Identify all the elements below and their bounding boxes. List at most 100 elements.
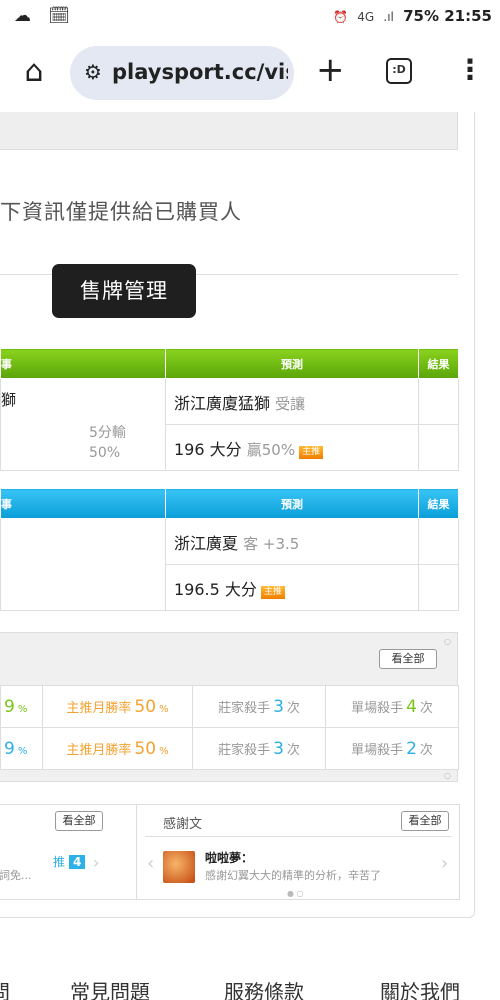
stat-value: 4	[406, 696, 417, 717]
stat-cell: 9%	[0, 685, 43, 728]
stats-table: 9% 主推月勝率 50% 莊家殺手 3 次 單場殺手 4 次 9% 主推月勝率 50% 莊家…	[0, 685, 459, 770]
see-all-button[interactable]: 看全部	[55, 811, 103, 831]
left-summary-box: 看全部 詞免... 推4 ›	[0, 804, 140, 900]
event-cell: )	[0, 518, 166, 611]
site-settings-icon[interactable]: ⚙	[84, 60, 102, 84]
prediction-table-1: 事 預測 結果 獅 ) 5分輸 50% 浙江廣廈猛獅 受讓 196 大分 贏50	[0, 348, 459, 471]
table-header-result: 結果	[418, 348, 459, 379]
stat-label: 單場殺手	[351, 700, 404, 716]
status-bar: ☁ 🗓 ⏰ 4G .ıl 75% 21:55	[0, 0, 500, 34]
stat-cell: 莊家殺手 3 次	[192, 727, 326, 770]
result-cell	[418, 518, 459, 565]
stat-cell: 主推月勝率 50%	[42, 727, 193, 770]
battery-level: 75%	[403, 7, 440, 25]
more-vertical-icon[interactable]: ⋮	[456, 52, 484, 88]
main-pick-badge: 主推	[299, 445, 324, 459]
stat-value: 3	[273, 738, 284, 759]
footer-link-about[interactable]: 關於我們	[380, 976, 460, 1000]
prediction-note: 受讓	[275, 394, 306, 413]
stat-unit: %	[159, 745, 169, 757]
stat-value: 9	[4, 738, 15, 759]
home-icon[interactable]: ⌂	[16, 54, 52, 90]
corner-dot: ○	[444, 637, 451, 646]
prediction-cell: 196.5 大分 主推	[165, 564, 419, 611]
result-cell	[418, 378, 459, 425]
result-cell	[418, 424, 459, 471]
sell-management-tooltip[interactable]: 售牌管理	[52, 264, 196, 318]
event-cell: 獅 ) 5分輸 50%	[0, 378, 166, 471]
chevron-right-icon[interactable]: ›	[93, 853, 99, 872]
event-pct: 50%	[89, 445, 121, 461]
prediction-total: 196.5 大分	[174, 579, 257, 599]
tab-switcher-button[interactable]: :D	[386, 58, 412, 84]
thanks-title: 感謝文	[163, 817, 203, 832]
stat-label: 單場殺手	[351, 742, 404, 758]
stat-cell: 莊家殺手 3 次	[192, 685, 326, 728]
footer-links: 問 常見問題 服務條款 關於我們	[0, 970, 500, 1000]
avatar[interactable]	[163, 851, 195, 883]
truncated-text: 詞免...	[0, 869, 32, 882]
corner-dot: ○	[444, 771, 451, 780]
stat-unit: 次	[419, 742, 433, 758]
stat-unit: 次	[419, 700, 433, 716]
see-all-button[interactable]: 看全部	[379, 649, 437, 669]
stat-cell: 單場殺手 4 次	[325, 685, 459, 728]
stats-row: 9% 主推月勝率 50% 莊家殺手 3 次 單場殺手 2 次	[0, 727, 459, 770]
stat-unit: %	[17, 703, 28, 715]
table-header-result: 結果	[418, 488, 459, 519]
url-text[interactable]: playsport.cc/vis	[112, 60, 288, 84]
stat-value: 3	[273, 696, 284, 717]
stat-unit: %	[17, 745, 28, 757]
push-label: 推	[53, 855, 66, 869]
stat-label: 莊家殺手	[218, 742, 271, 758]
stat-value: 50	[134, 738, 157, 759]
stat-label: 主推月勝率	[66, 742, 132, 758]
event-mini: )	[0, 417, 1, 428]
top-gray-bar	[0, 112, 458, 150]
thanks-message[interactable]: 感謝幻翼大大的精準的分析，辛苦了	[205, 867, 381, 883]
footer-link-terms[interactable]: 服務條款	[224, 976, 304, 1000]
chevron-right-icon[interactable]: ›	[441, 853, 448, 874]
push-count: 推4	[53, 853, 86, 870]
stat-cell: 9%	[0, 727, 43, 770]
event-extra: 5分輸 50%	[89, 423, 126, 463]
notice-text: 下資訊僅提供給已購買人	[0, 200, 242, 224]
stat-cell: 主推月勝率 50%	[42, 685, 193, 728]
thanks-box: 感謝文 看全部 ‹ 啦啦夢： 感謝幻翼大大的精準的分析，辛苦了 › ● ○	[136, 804, 460, 900]
stat-label: 主推月勝率	[66, 700, 132, 716]
see-all-button[interactable]: 看全部	[401, 811, 449, 831]
status-left-icons: ☁ 🗓	[14, 6, 76, 26]
network-type: 4G	[357, 10, 375, 24]
stats-panel: ○ 看全部 9% 主推月勝率 50% 莊家殺手 3 次 單場殺手 4 次 9% 主推月勝率…	[0, 632, 459, 782]
address-bar[interactable]: ⚙ playsport.cc/vis	[70, 46, 294, 100]
result-cell	[418, 564, 459, 611]
event-team: 獅	[1, 391, 17, 409]
stat-unit: 次	[286, 700, 300, 716]
prediction-total: 196 大分	[174, 439, 242, 459]
prediction-team: 浙江廣夏	[174, 533, 239, 553]
new-tab-icon[interactable]: +	[316, 50, 345, 90]
table-header-prediction: 預測	[165, 348, 419, 379]
prediction-note: 客 +3.5	[243, 534, 300, 553]
carousel-dots: ● ○	[287, 889, 304, 898]
table-header-event: 事	[0, 348, 166, 379]
stat-cell: 單場殺手 2 次	[325, 727, 459, 770]
status-right: ⏰ 4G .ıl 75% 21:55	[333, 7, 492, 25]
stat-value: 50	[134, 696, 157, 717]
thanks-username: 啦啦夢：	[205, 851, 254, 865]
stat-unit: %	[159, 703, 169, 715]
stats-row: 9% 主推月勝率 50% 莊家殺手 3 次 單場殺手 4 次	[0, 685, 459, 728]
prediction-note: 贏50%	[246, 440, 296, 459]
alarm-icon: ⏰	[333, 10, 348, 24]
footer-link-faq[interactable]: 常見問題	[70, 976, 150, 1000]
divider	[145, 836, 451, 837]
browser-toolbar: ⌂ ⚙ playsport.cc/vis + :D ⋮	[0, 34, 500, 112]
footer-link-faq-partial[interactable]: 問	[0, 976, 10, 1000]
event-spread: 5分輸	[89, 425, 126, 441]
status-time: 21:55	[444, 7, 492, 25]
table-header-event: 事	[0, 488, 166, 519]
page-content: 下資訊僅提供給已購買人 售牌管理 事 預測 結果 獅 ) 5分輸 50% 浙江廣…	[0, 112, 500, 1000]
chevron-left-icon[interactable]: ‹	[147, 853, 154, 874]
event-mini: )	[0, 565, 1, 576]
prediction-cell: 浙江廣廈猛獅 受讓	[165, 378, 419, 425]
